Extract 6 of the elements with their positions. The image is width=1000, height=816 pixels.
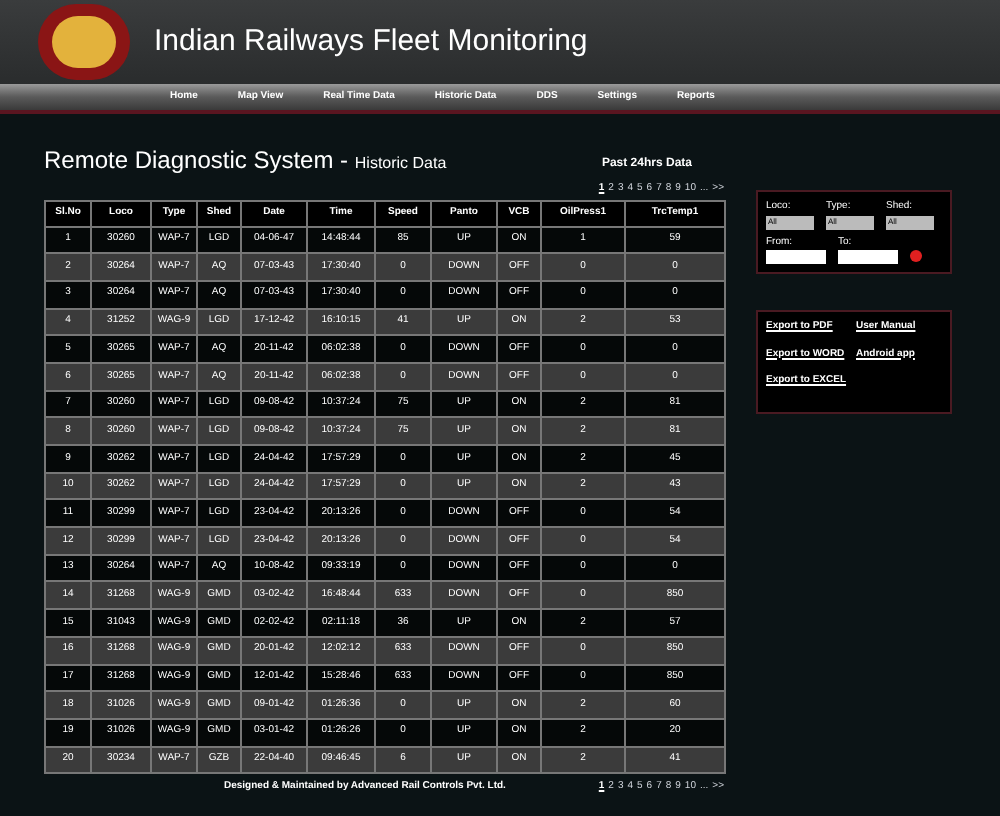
date-field[interactable] (838, 250, 898, 264)
page-heading: Remote Diagnostic System - Historic Data (44, 144, 447, 178)
logo-icon (38, 4, 130, 80)
go-icon[interactable] (910, 250, 922, 262)
date-field[interactable] (766, 250, 826, 264)
site-title: Indian Railways Fleet Monitoring (154, 21, 588, 62)
